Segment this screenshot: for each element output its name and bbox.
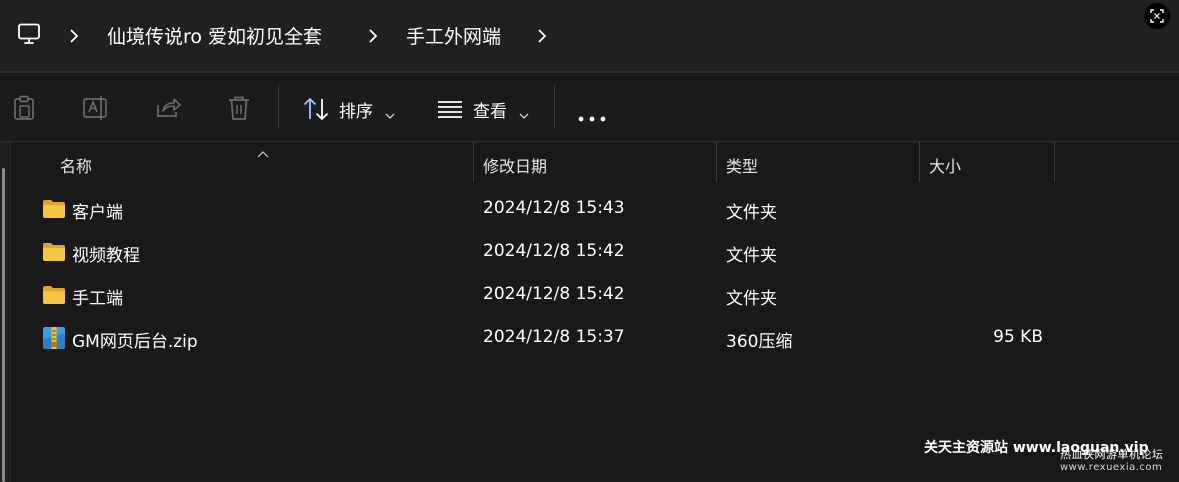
breadcrumb-item-current[interactable]: 手工外网端	[406, 22, 501, 49]
column-header-type[interactable]: 类型	[726, 153, 758, 177]
folder-icon	[42, 285, 66, 309]
file-type: 文件夹	[726, 289, 777, 309]
file-name: 视频教程	[72, 246, 140, 266]
file-name: 客户端	[72, 203, 123, 223]
rename-icon[interactable]	[82, 95, 110, 125]
column-header-size[interactable]: 大小	[929, 153, 961, 177]
toolbar-divider	[554, 85, 555, 129]
paste-icon[interactable]	[12, 95, 36, 125]
file-date: 2024/12/8 15:42	[483, 284, 625, 304]
column-divider[interactable]	[473, 142, 474, 182]
sort-ascending-icon	[257, 143, 269, 162]
column-divider[interactable]	[919, 142, 920, 182]
breadcrumb-item-root[interactable]: 仙境传说ro 爱如初见全套	[107, 22, 322, 49]
file-row[interactable]: 手工端 2024/12/8 15:42 文件夹	[11, 275, 1179, 317]
this-pc-icon[interactable]	[17, 23, 41, 49]
breadcrumb-chevron-icon[interactable]	[68, 27, 80, 49]
share-icon[interactable]	[155, 95, 181, 123]
file-row[interactable]: 视频教程 2024/12/8 15:42 文件夹	[11, 232, 1179, 274]
toolbar-divider	[278, 85, 279, 129]
command-bar: 排序 查看	[0, 73, 1179, 141]
sort-chevron-down-icon[interactable]	[385, 105, 395, 124]
sort-button[interactable]: 排序	[339, 97, 373, 122]
view-icon[interactable]	[437, 100, 463, 122]
file-row[interactable]: 客户端 2024/12/8 15:43 文件夹	[11, 189, 1179, 231]
view-button[interactable]: 查看	[473, 97, 507, 122]
file-type: 文件夹	[726, 246, 777, 266]
folder-icon	[42, 199, 66, 223]
file-name: GM网页后台.zip	[72, 332, 198, 352]
column-header-name[interactable]: 名称	[60, 153, 92, 177]
watermark-forum: 热血侠网游单机论坛	[1060, 448, 1164, 461]
breadcrumb-chevron-icon[interactable]	[536, 27, 548, 49]
navigation-scrollbar[interactable]	[2, 168, 5, 482]
file-type: 360压缩	[726, 332, 793, 352]
view-chevron-down-icon[interactable]	[519, 105, 529, 124]
column-header-date[interactable]: 修改日期	[483, 153, 547, 177]
file-date: 2024/12/8 15:42	[483, 241, 625, 261]
breadcrumb-chevron-icon[interactable]	[367, 27, 379, 49]
delete-icon[interactable]	[227, 95, 251, 125]
file-name: 手工端	[72, 289, 123, 309]
sort-icon[interactable]	[303, 97, 329, 125]
file-type: 文件夹	[726, 203, 777, 223]
zip-archive-icon	[42, 326, 66, 354]
file-size: 95 KB	[993, 327, 1043, 347]
file-date: 2024/12/8 15:43	[483, 198, 625, 218]
column-header-row: 名称 修改日期 类型 大小	[0, 142, 1179, 184]
file-row[interactable]: GM网页后台.zip 2024/12/8 15:37 360压缩 95 KB	[11, 318, 1179, 360]
watermark-url: www.rexuexia.com	[1060, 462, 1163, 473]
capture-icon	[1150, 9, 1164, 23]
column-divider[interactable]	[1054, 142, 1055, 182]
file-date: 2024/12/8 15:37	[483, 327, 625, 347]
column-divider[interactable]	[716, 142, 717, 182]
more-icon[interactable]	[578, 107, 606, 126]
folder-icon	[42, 242, 66, 266]
capture-button[interactable]	[1144, 3, 1170, 29]
